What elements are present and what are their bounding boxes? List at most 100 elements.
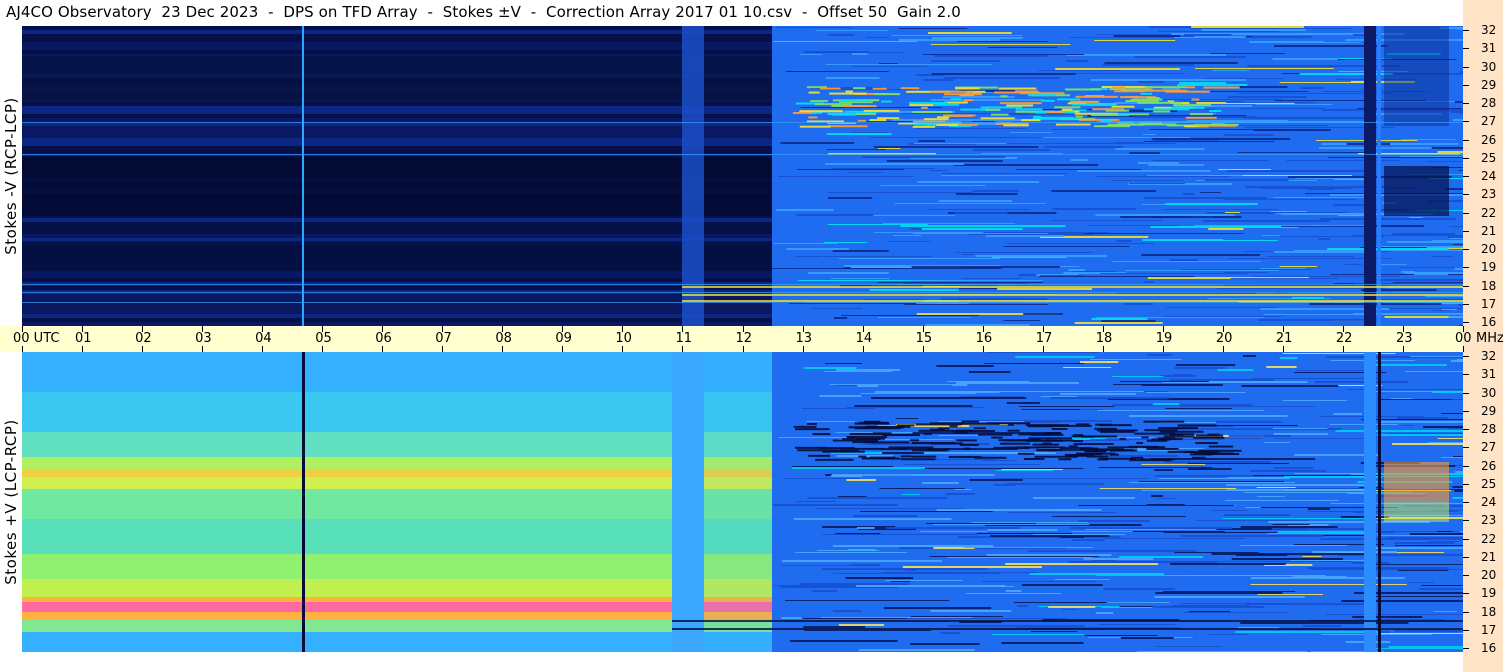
noise-streak <box>1244 651 1308 652</box>
time-tick-mark <box>1342 346 1344 352</box>
noise-streak <box>874 391 1000 393</box>
noise-streak <box>860 393 977 394</box>
noise-streak <box>1084 635 1158 636</box>
noise-streak <box>931 73 1076 75</box>
top-freq-tick-mark <box>1463 121 1469 123</box>
noise-streak <box>952 384 968 386</box>
noise-streak <box>797 169 905 170</box>
noise-streak <box>870 285 998 286</box>
rfi-burst <box>1092 108 1125 111</box>
rfi-burst <box>936 116 950 119</box>
noise-streak <box>1378 264 1407 265</box>
noise-streak <box>891 35 1023 36</box>
noise-streak <box>1406 569 1463 570</box>
noise-streak <box>1392 443 1463 445</box>
time-tick-mark <box>622 326 624 332</box>
noise-streak <box>808 272 889 274</box>
noise-streak <box>1458 170 1463 171</box>
noise-streak <box>1221 220 1330 222</box>
noise-streak <box>1021 584 1103 586</box>
time-tick-label: 10 <box>615 331 632 346</box>
rfi-burst <box>943 93 983 96</box>
noise-streak <box>788 303 937 304</box>
noise-streak <box>920 468 1084 469</box>
intensity-band <box>22 519 672 554</box>
rfi-burst <box>990 113 1009 116</box>
noise-streak <box>1083 558 1154 560</box>
absorption-streak <box>898 452 924 455</box>
rfi-burst <box>877 117 900 120</box>
noise-streak <box>1226 489 1368 491</box>
noise-band <box>22 298 772 302</box>
rfi-burst <box>827 113 857 116</box>
rfi-burst <box>921 106 928 109</box>
intensity-band <box>702 489 772 519</box>
noise-streak <box>956 252 1093 253</box>
noise-streak <box>1452 486 1463 488</box>
noise-streak <box>1062 73 1186 74</box>
intensity-band <box>22 554 672 579</box>
noise-band <box>22 306 772 310</box>
noise-streak <box>1066 54 1227 56</box>
noise-streak <box>1338 215 1364 216</box>
intensity-band <box>22 432 672 457</box>
noise-band <box>22 134 772 138</box>
time-tick-label: 03 <box>195 331 212 346</box>
noise-streak <box>1113 35 1181 37</box>
noise-streak <box>826 133 892 135</box>
noise-streak <box>1038 70 1120 71</box>
noise-streak <box>1301 87 1325 89</box>
absorption-streak <box>1144 429 1178 432</box>
bottom-freq-tick-label: 22 <box>1481 531 1497 546</box>
noise-streak <box>1252 378 1381 379</box>
noise-streak <box>1409 217 1423 218</box>
noise-streak <box>898 39 1000 41</box>
noise-band <box>22 218 772 222</box>
noise-streak <box>871 215 955 216</box>
absorption-streak <box>911 455 937 458</box>
absorption-streak <box>1080 442 1114 445</box>
noise-streak <box>1115 148 1205 150</box>
absorption-streak <box>1162 438 1183 441</box>
noise-streak <box>928 32 1012 34</box>
rfi-burst <box>799 110 843 113</box>
noise-streak <box>931 60 1000 62</box>
noise-streak <box>1116 240 1132 242</box>
noise-streak <box>1111 376 1164 377</box>
bottom-freq-tick-mark <box>1463 648 1469 649</box>
rfi-burst <box>874 93 900 96</box>
rfi-burst <box>1203 86 1240 89</box>
noise-streak <box>1361 419 1463 420</box>
absorption-streak <box>1030 433 1064 436</box>
noise-streak <box>789 640 898 642</box>
noise-streak <box>796 501 837 502</box>
noise-streak <box>845 577 914 579</box>
noise-streak <box>1040 396 1077 397</box>
rfi-burst <box>1075 95 1118 98</box>
time-tick-label: 01 <box>75 331 92 346</box>
top-freq-tick-label: 22 <box>1481 205 1497 220</box>
bottom-freq-tick-label: 24 <box>1481 495 1497 509</box>
noise-streak <box>1431 256 1453 257</box>
absorption-streak <box>1044 432 1062 435</box>
rfi-burst <box>1209 110 1222 113</box>
bottom-freq-tick-mark <box>1463 575 1469 576</box>
time-tick-label: 17 <box>1035 331 1053 346</box>
noise-streak <box>1113 142 1144 143</box>
noise-streak <box>879 488 965 489</box>
absorption-streak <box>956 439 977 442</box>
top-freq-tick-label: 29 <box>1481 77 1497 92</box>
intensity-band <box>702 632 772 652</box>
absorption-streak <box>912 449 948 452</box>
noise-streak <box>1453 244 1463 245</box>
noise-streak <box>1085 529 1217 530</box>
rfi-burst <box>934 103 960 106</box>
noise-streak <box>1180 269 1311 270</box>
rfi-line <box>22 122 1463 123</box>
rfi-burst <box>955 87 980 90</box>
time-tick-mark <box>682 326 684 332</box>
rfi-burst <box>1015 108 1043 111</box>
noise-streak <box>1125 270 1279 271</box>
noise-streak <box>819 395 862 397</box>
absorption-streak <box>858 455 867 458</box>
